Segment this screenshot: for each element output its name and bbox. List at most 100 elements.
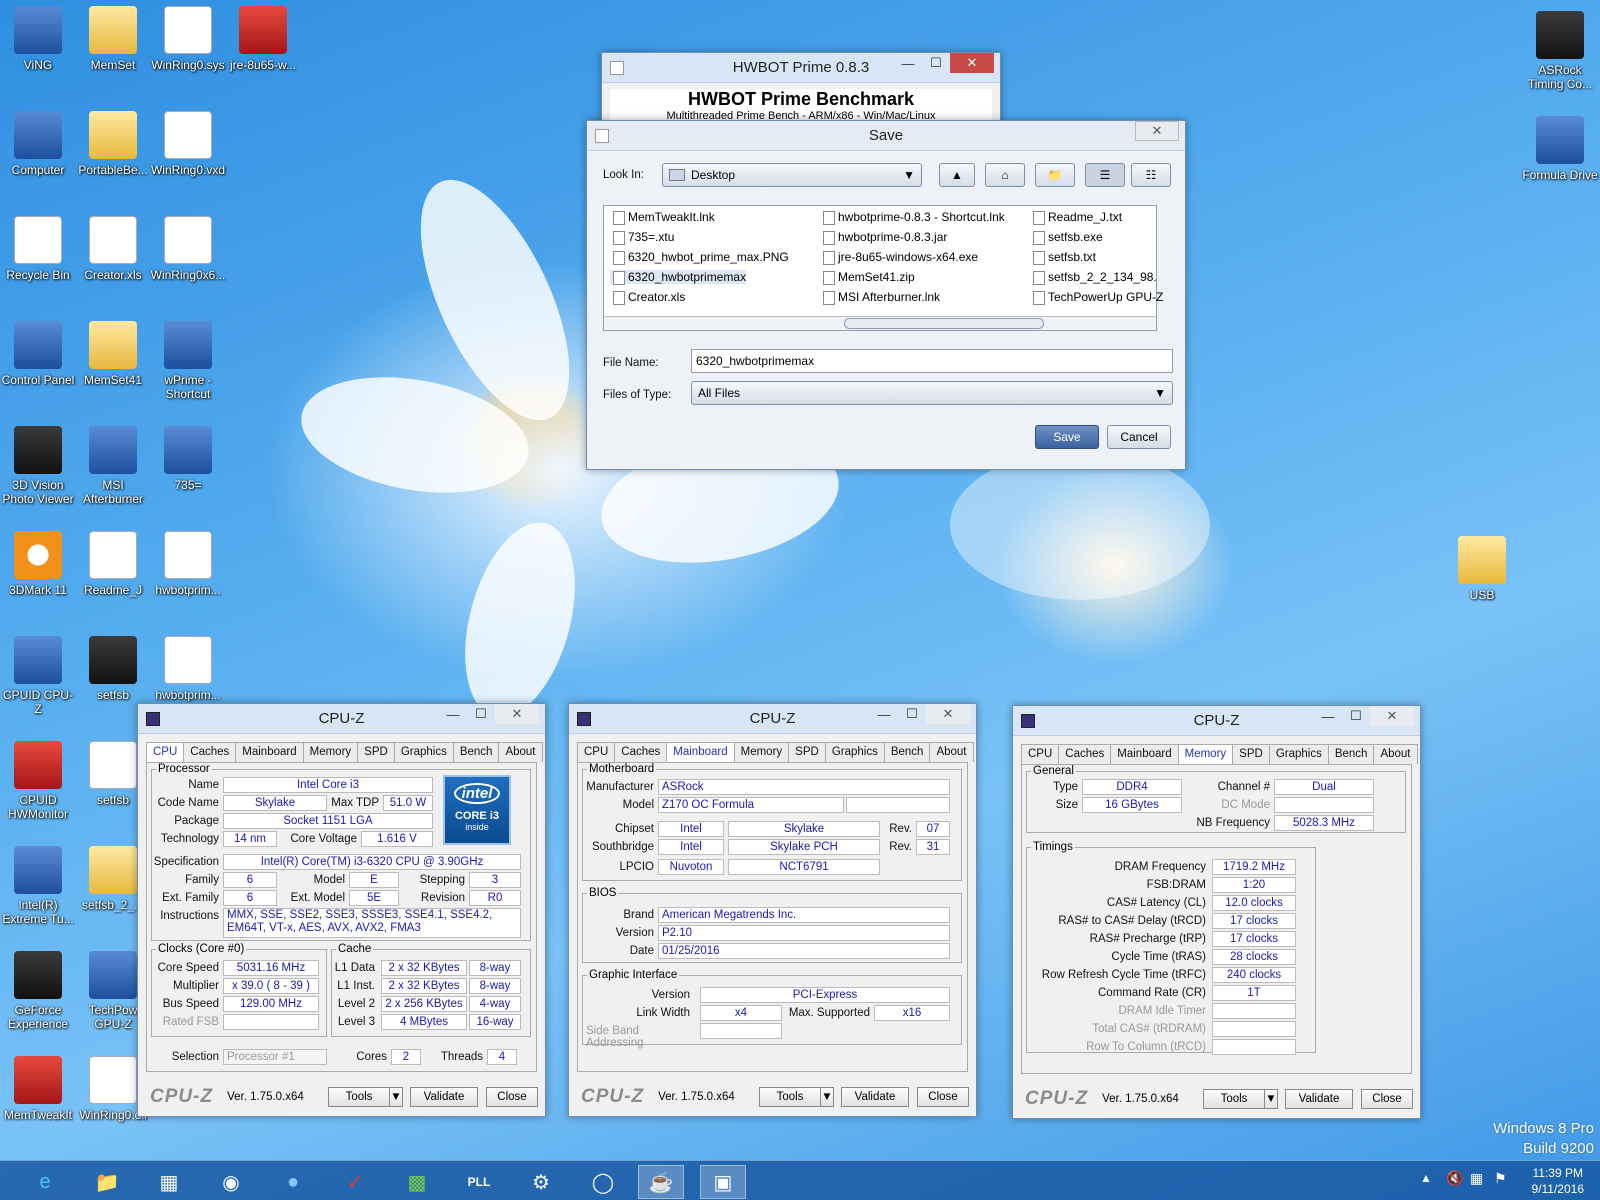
tab-about[interactable]: About: [929, 742, 974, 762]
tab-about[interactable]: About: [498, 742, 543, 762]
close-icon[interactable]: ✕: [926, 704, 970, 724]
desktop-icon[interactable]: Formula Drive: [1522, 116, 1598, 182]
file-list-item[interactable]: 6320_hwbotprimemax: [610, 270, 747, 285]
home-button[interactable]: ⌂: [985, 163, 1025, 187]
internet-explorer-icon[interactable]: e: [22, 1165, 68, 1199]
network-icon[interactable]: ▦: [1470, 1170, 1483, 1187]
validate-button[interactable]: Validate: [841, 1087, 909, 1107]
tab-bench[interactable]: Bench: [883, 742, 931, 762]
close-button[interactable]: Close: [917, 1087, 969, 1107]
tools-button[interactable]: Tools: [1203, 1089, 1265, 1109]
file-list-item[interactable]: Creator.xls: [610, 290, 685, 305]
cpuz-mainboard-window[interactable]: CPU-Z — ☐ ✕ CPU Caches Mainboard Memory SPD Grap…: [568, 703, 977, 1117]
desktop-icon[interactable]: CPUID HWMonitor: [0, 741, 76, 821]
close-icon[interactable]: ✕: [1370, 706, 1414, 726]
maximize-icon[interactable]: ☐: [922, 53, 950, 73]
globe-icon[interactable]: ●: [270, 1165, 316, 1199]
close-icon[interactable]: ✕: [495, 704, 539, 724]
maximize-icon[interactable]: ☐: [467, 704, 495, 724]
close-button[interactable]: Close: [1361, 1089, 1413, 1109]
cpuz-memory-window[interactable]: CPU-Z — ☐ ✕ CPU Caches Mainboard Memory SPD Grap…: [1012, 705, 1421, 1119]
desktop-icon[interactable]: setfsb: [75, 636, 151, 702]
desktop-icon[interactable]: 3DMark 11: [0, 531, 76, 597]
desktop-icon[interactable]: ViNG: [0, 6, 76, 72]
desktop-icon[interactable]: hwbotprim...: [150, 531, 226, 597]
save-button[interactable]: Save: [1035, 425, 1099, 449]
cpuz-cpu-window[interactable]: CPU-Z — ☐ ✕ CPU Caches Mainboard Memory SPD Grap…: [137, 703, 546, 1117]
file-list-item[interactable]: setfsb.exe: [1030, 230, 1103, 245]
pll-set-icon[interactable]: PLL: [456, 1165, 502, 1199]
tab-spd[interactable]: SPD: [788, 742, 826, 762]
desktop-icon[interactable]: USB: [1444, 536, 1520, 602]
msi-icon[interactable]: ✓: [332, 1165, 378, 1199]
file-list[interactable]: MemTweakIt.lnk 735=.xtu 6320_hwbot_prime_m…: [603, 205, 1163, 331]
minimize-icon[interactable]: —: [870, 704, 898, 724]
desktop-icon[interactable]: GeForce Experience: [0, 951, 76, 1031]
maximize-icon[interactable]: ☐: [1342, 706, 1370, 726]
java-icon[interactable]: ☕: [638, 1165, 684, 1199]
cpuz-titlebar[interactable]: CPU-Z — ☐ ✕: [138, 704, 545, 734]
desktop-icon[interactable]: 735=: [150, 426, 226, 492]
tab-mainboard[interactable]: Mainboard: [666, 742, 735, 763]
file-type-select[interactable]: All Files ▼: [691, 381, 1173, 405]
look-in-select[interactable]: Desktop ▼: [662, 163, 922, 187]
file-explorer-icon[interactable]: 📁: [84, 1165, 130, 1199]
tab-graphics[interactable]: Graphics: [824, 742, 885, 762]
tab-cpu[interactable]: CPU: [1021, 744, 1060, 764]
gpu-tool-icon[interactable]: ⚙: [518, 1165, 564, 1199]
tools-button[interactable]: Tools: [759, 1087, 821, 1107]
cpuz-titlebar[interactable]: CPU-Z — ☐ ✕: [569, 704, 976, 734]
desktop-icon[interactable]: WinRing0.sys: [150, 6, 226, 72]
tab-spd[interactable]: SPD: [1232, 744, 1270, 764]
cpuz-titlebar[interactable]: CPU-Z — ☐ ✕: [1013, 706, 1420, 736]
hwbot-titlebar[interactable]: HWBOT Prime 0.8.3 — ☐ ✕: [602, 53, 1000, 83]
desktop-icon[interactable]: Creator.xls: [75, 216, 151, 282]
maximize-icon[interactable]: ☐: [898, 704, 926, 724]
file-list-item[interactable]: 6320_hwbot_prime_max.PNG: [610, 250, 789, 265]
file-list-item[interactable]: Readme_J.txt: [1030, 210, 1122, 225]
tools-dropdown[interactable]: ▼: [820, 1087, 834, 1107]
minimize-icon[interactable]: —: [439, 704, 467, 724]
save-titlebar[interactable]: Save ✕: [587, 121, 1185, 151]
tab-about[interactable]: About: [1373, 744, 1418, 764]
desktop-icon[interactable]: hwbotprim...: [150, 636, 226, 702]
speaker-muted-icon[interactable]: 🔇: [1446, 1170, 1463, 1187]
new-folder-button[interactable]: 📁: [1035, 163, 1075, 187]
file-list-item[interactable]: MemSet41.zip: [820, 270, 915, 285]
tab-caches[interactable]: Caches: [183, 742, 237, 762]
desktop-icon[interactable]: CPUID CPU-Z: [0, 636, 76, 716]
validate-button[interactable]: Validate: [410, 1087, 478, 1107]
tray-chevron-icon[interactable]: ▲: [1420, 1171, 1432, 1185]
desktop-icon[interactable]: Intel(R) Extreme Tu...: [0, 846, 76, 926]
tab-bench[interactable]: Bench: [452, 742, 500, 762]
list-view-button[interactable]: ☰: [1085, 163, 1125, 187]
tab-bench[interactable]: Bench: [1327, 744, 1375, 764]
file-list-item[interactable]: jre-8u65-windows-x64.exe: [820, 250, 978, 265]
cinebench-icon[interactable]: ◉: [208, 1165, 254, 1199]
file-list-item[interactable]: 735=.xtu: [610, 230, 674, 245]
file-list-item[interactable]: setfsb_2_2_134_98.: [1030, 270, 1157, 285]
file-list-item[interactable]: TechPowerUp GPU-Z: [1030, 290, 1163, 305]
tab-memory[interactable]: Memory: [733, 742, 790, 762]
tab-memory[interactable]: Memory: [1177, 744, 1234, 765]
system-clock[interactable]: 11:39 PM 9/11/2016: [1532, 1165, 1585, 1197]
desktop-icon[interactable]: Control Panel: [0, 321, 76, 387]
validate-button[interactable]: Validate: [1285, 1089, 1353, 1109]
tools-button[interactable]: Tools: [328, 1087, 390, 1107]
close-icon[interactable]: ✕: [950, 53, 994, 73]
desktop-icon[interactable]: MemSet41: [75, 321, 151, 387]
desktop-icon[interactable]: jre-8u65-w...: [225, 6, 301, 72]
desktop-icon[interactable]: MSI Afterburner: [75, 426, 151, 506]
tab-spd[interactable]: SPD: [357, 742, 395, 762]
horizontal-scrollbar[interactable]: [604, 316, 1156, 330]
close-button[interactable]: Close: [486, 1087, 538, 1107]
desktop-icon[interactable]: WinRing0x6...: [150, 216, 226, 282]
tools-dropdown[interactable]: ▼: [1264, 1089, 1278, 1109]
desktop-icon[interactable]: Computer: [0, 111, 76, 177]
desktop-icon[interactable]: ASRock Timing Co...: [1522, 11, 1598, 91]
save-dialog[interactable]: Save ✕ Look In: Desktop ▼ ▲ ⌂ 📁 ☰ ☷ MemT…: [586, 120, 1186, 470]
memtest-icon[interactable]: ▩: [394, 1165, 440, 1199]
desktop-icon[interactable]: PortableBe...: [75, 111, 151, 177]
task-manager-icon[interactable]: ▦: [146, 1165, 192, 1199]
desktop-icon[interactable]: WinRing0.vxd: [150, 111, 226, 177]
